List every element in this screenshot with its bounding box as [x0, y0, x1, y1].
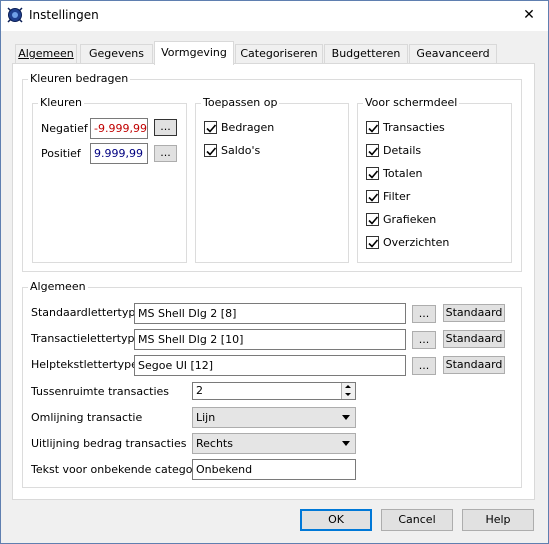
check-icon [368, 239, 379, 248]
tab-label: Budgetteren [331, 47, 401, 60]
chevron-down-icon [342, 441, 350, 446]
standard-font-browse-button[interactable]: ... [412, 305, 436, 323]
transaction-font-label: Transactielettertype [31, 332, 142, 345]
checkbox-overzichten[interactable] [366, 236, 379, 249]
group-toepassen-op-legend: Toepassen op [201, 96, 280, 109]
unknown-category-field[interactable]: Onbekend [192, 459, 356, 480]
check-icon [368, 193, 379, 202]
standard-font-field[interactable]: MS Shell Dlg 2 [8] [134, 303, 406, 324]
group-kleuren-legend: Kleuren [38, 96, 85, 109]
tab-label: Gegevens [88, 47, 145, 60]
transaction-font-browse-button[interactable]: ... [412, 331, 436, 349]
check-icon [368, 124, 379, 133]
alignment-label: Uitlijning bedrag transacties [31, 437, 187, 450]
transaction-font-default-button[interactable]: Standaard [443, 330, 505, 348]
checkbox-details[interactable] [366, 144, 379, 157]
checkbox-bedragen[interactable] [204, 121, 217, 134]
standard-font-label: Standaardlettertype [31, 306, 143, 319]
tab-budgetteren[interactable]: Budgetteren [324, 44, 408, 64]
group-algemeen-legend: Algemeen [28, 280, 88, 293]
tab-gegevens[interactable]: Gegevens [80, 44, 153, 64]
checkbox-filter[interactable] [366, 190, 379, 203]
checkbox-filter-label: Filter [383, 190, 411, 203]
outline-label: Omlijning transactie [31, 411, 143, 424]
checkbox-saldos-label: Saldo's [221, 144, 261, 157]
chevron-down-icon [342, 415, 350, 420]
checkbox-details-label: Details [383, 144, 422, 157]
standard-font-default-button[interactable]: Standaard [443, 304, 505, 322]
positive-color-field[interactable]: 9.999,99 [90, 143, 148, 164]
negative-color-browse-button[interactable]: ... [154, 119, 177, 136]
window-title: Instellingen [29, 8, 99, 22]
alignment-select[interactable]: Rechts [192, 433, 356, 454]
group-kleuren-bedragen-legend: Kleuren bedragen [28, 72, 131, 85]
checkbox-overzichten-label: Overzichten [383, 236, 450, 249]
tab-categoriseren[interactable]: Categoriseren [235, 44, 323, 64]
check-icon [206, 124, 217, 133]
group-voor-schermdeel-legend: Voor schermdeel [363, 96, 460, 109]
helptext-font-default-button[interactable]: Standaard [443, 356, 505, 374]
helptext-font-field[interactable]: Segoe UI [12] [134, 355, 406, 376]
spacing-spinner[interactable]: 2 [192, 382, 356, 400]
tab-algemeen[interactable]: Algemeen [15, 44, 77, 64]
outline-select-value: Lijn [196, 411, 216, 424]
check-icon [206, 147, 217, 156]
negative-label: Negatief [41, 122, 88, 135]
unknown-category-label: Tekst voor onbekende categorie [31, 463, 207, 476]
tab-label: Categoriseren [240, 47, 318, 60]
tab-geavanceerd[interactable]: Geavanceerd [409, 44, 497, 64]
checkbox-bedragen-label: Bedragen [221, 121, 275, 134]
cancel-button[interactable]: Cancel [381, 509, 453, 531]
transaction-font-field[interactable]: MS Shell Dlg 2 [10] [134, 329, 406, 350]
check-icon [368, 147, 379, 156]
spacing-value: 2 [196, 384, 203, 397]
checkbox-transacties[interactable] [366, 121, 379, 134]
app-logo-icon [7, 7, 23, 23]
alignment-select-value: Rechts [196, 437, 233, 450]
check-icon [368, 216, 379, 225]
checkbox-transacties-label: Transacties [383, 121, 445, 134]
check-icon [368, 170, 379, 179]
positive-label: Positief [41, 147, 81, 160]
positive-color-browse-button[interactable]: ... [154, 145, 177, 162]
helptext-font-label: Helptekstlettertype [31, 358, 138, 371]
outline-select[interactable]: Lijn [192, 407, 356, 428]
tab-label: Geavanceerd [416, 47, 490, 60]
checkbox-totalen-label: Totalen [383, 167, 423, 180]
help-button[interactable]: Help [462, 509, 534, 531]
checkbox-grafieken[interactable] [366, 213, 379, 226]
checkbox-saldos[interactable] [204, 144, 217, 157]
checkbox-totalen[interactable] [366, 167, 379, 180]
close-button[interactable]: ✕ [514, 3, 544, 27]
spacing-label: Tussenruimte transacties [31, 385, 169, 398]
ok-button[interactable]: OK [300, 509, 372, 531]
spin-down-icon[interactable] [341, 391, 355, 399]
checkbox-grafieken-label: Grafieken [383, 213, 437, 226]
negative-color-field[interactable]: -9.999,99 [90, 118, 148, 139]
tab-label: Algemeen [18, 47, 74, 60]
tab-label: Vormgeving [161, 46, 227, 59]
tab-vormgeving[interactable]: Vormgeving [154, 41, 234, 65]
helptext-font-browse-button[interactable]: ... [412, 357, 436, 375]
